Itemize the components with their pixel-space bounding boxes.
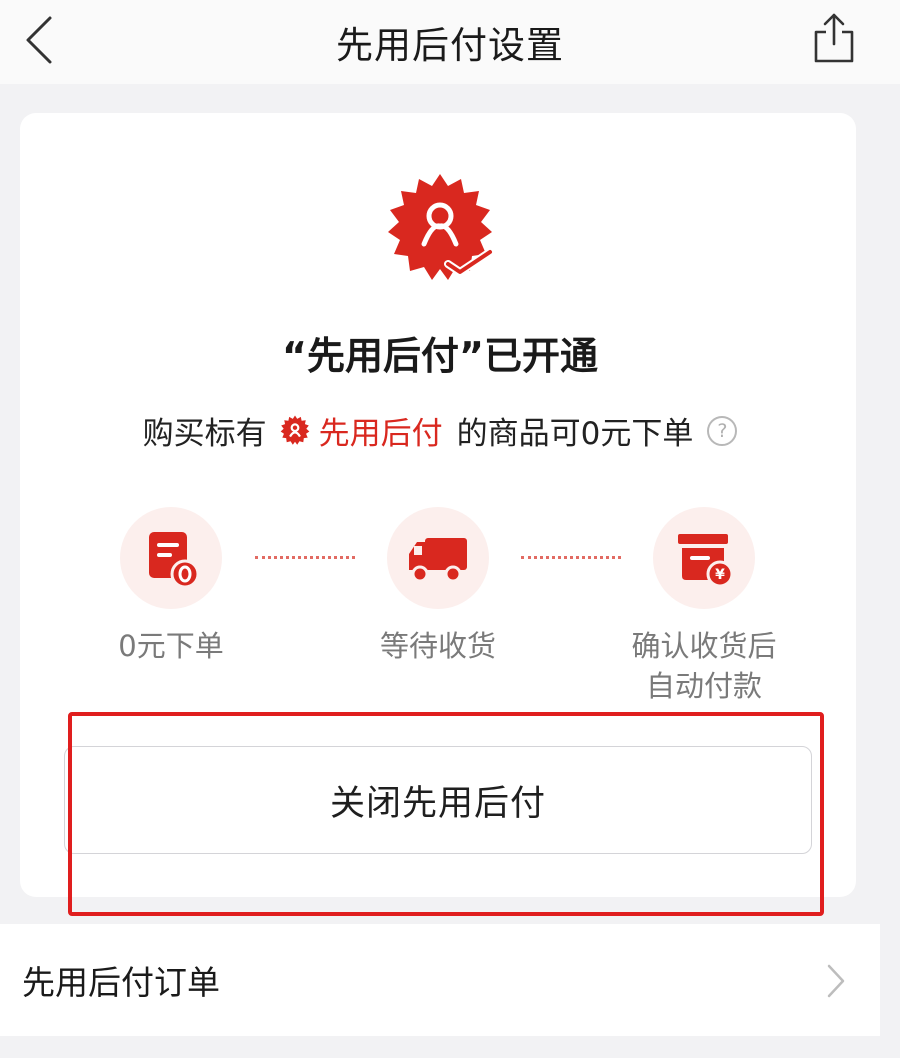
chevron-right-icon	[827, 964, 845, 998]
bottom-spacer	[0, 1040, 880, 1058]
mini-badge-icon	[280, 415, 309, 445]
step-pay-circle: ¥	[653, 507, 755, 609]
truck-icon	[409, 538, 467, 583]
step-label-wait: 等待收货	[379, 629, 496, 663]
back-button[interactable]	[14, 10, 64, 70]
orders-label: 先用后付订单	[22, 963, 220, 1002]
desc-suffix: 的商品可0元下单	[456, 416, 694, 452]
step-connector-1	[255, 556, 355, 559]
box-yuan-icon: ¥	[678, 534, 734, 588]
nav-bar: 先用后付设置	[0, 0, 900, 84]
step-label-order: 0元下单	[118, 629, 224, 663]
status-title: “先用后付”已开通	[282, 334, 598, 378]
step-label-pay: 确认收货后 自动付款	[608, 626, 800, 706]
step-label-pay-line1: 确认收货后	[631, 629, 777, 663]
step-connector-2	[521, 556, 621, 559]
chevron-left-icon	[26, 16, 52, 64]
step-label-pay-line2: 自动付款	[645, 669, 762, 703]
status-description: 购买标有 先用后付 的商品可0元下单 ?	[0, 408, 880, 453]
help-icon[interactable]: ?	[707, 415, 738, 446]
pay-later-orders-row[interactable]: 先用后付订单	[0, 924, 880, 1036]
step-order-circle	[120, 507, 222, 609]
step-truck-circle	[387, 507, 489, 609]
share-icon	[814, 13, 854, 63]
close-pay-later-button[interactable]: 关闭先用后付	[64, 746, 812, 854]
page-title: 先用后付设置	[336, 24, 564, 67]
order-zero-icon	[149, 532, 200, 589]
desc-highlight: 先用后付	[318, 416, 443, 452]
desc-prefix: 购买标有	[142, 416, 267, 452]
share-button[interactable]	[808, 8, 860, 68]
svg-text:¥: ¥	[715, 567, 725, 583]
credit-badge-icon	[388, 174, 494, 280]
